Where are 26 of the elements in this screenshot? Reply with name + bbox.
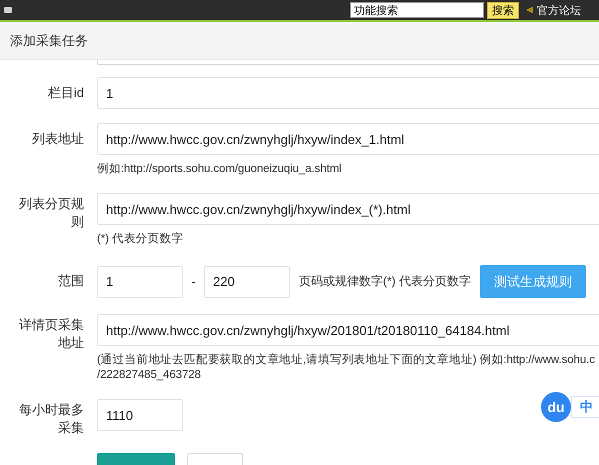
input-field[interactable]: http://www.hwcc.gov.cn/zwnyhglj/hxyw/index_1.html [97, 123, 599, 155]
help-text: 例如:http://sports.sohu.com/guoneizuqiu_a.shtml [97, 162, 343, 177]
page-title: 添加采集任务 [10, 32, 88, 50]
field-label: 列表地址 [31, 130, 84, 148]
field-label: 详情页采集地址 [18, 316, 84, 352]
ime-logo: du [541, 392, 571, 422]
range-start-field[interactable]: 1 [97, 266, 183, 298]
help-text: (通过当前地址去匹配要获取的文章地址,请填写列表地址下面的文章地址) 例如:http://www.sohu.c [97, 353, 596, 368]
input-field[interactable]: http://www.hwcc.gov.cn/zwnyhglj/hxyw/201801/t20180110_64184.html [97, 314, 599, 346]
forum-link[interactable]: 官方论坛 [527, 2, 581, 18]
input-field[interactable]: http://www.hwcc.gov.cn/zwnyhglj/hxyw/index_(*).html [97, 193, 599, 225]
range-separator: - [190, 274, 197, 289]
search-button[interactable]: 搜索 [487, 2, 519, 18]
field-label: 范围 [57, 272, 84, 290]
help-text: (*) 代表分页数字 [97, 232, 184, 247]
range-note: 页码或规律数字(*) 代表分页数字 [299, 273, 471, 290]
field-label: 每小时最多采集 [18, 401, 84, 437]
field-label: 栏目id [46, 84, 84, 102]
ime-widget[interactable]: du 中 [541, 392, 599, 422]
input-field[interactable]: 1 [97, 77, 599, 109]
help-text: /222827485_463728 [97, 368, 202, 383]
range-end-field[interactable]: 220 [204, 266, 290, 298]
input-field[interactable]: 1110 [97, 399, 183, 431]
ime-mode[interactable]: 中 [571, 396, 599, 418]
search-field[interactable]: 功能搜索 [350, 2, 484, 18]
field-label: 列表分页规则 [18, 195, 84, 231]
